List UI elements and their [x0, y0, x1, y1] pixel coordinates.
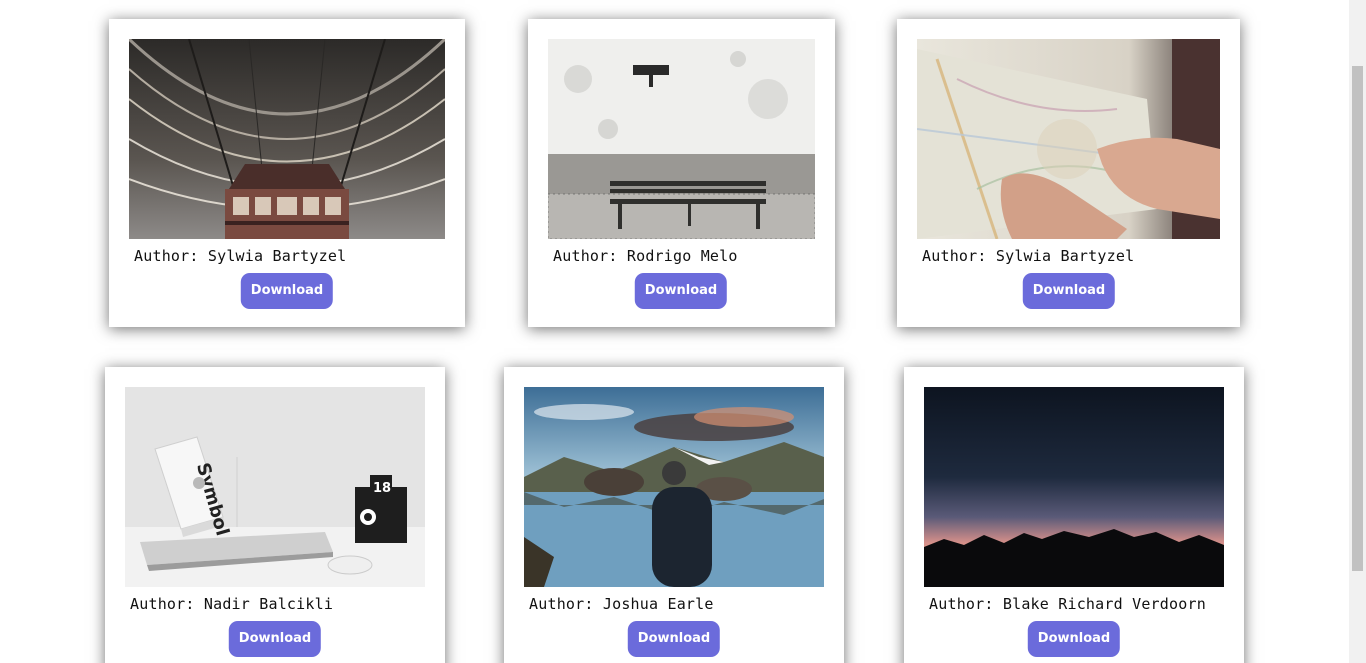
- download-button[interactable]: Download: [634, 273, 728, 309]
- author-name: Nadir Balcikli: [203, 595, 334, 613]
- author-name: Blake Richard Verdoorn: [1002, 595, 1206, 613]
- photo-card: Author: Sylwia Bartyzel Download: [897, 19, 1240, 327]
- author-name: Joshua Earle: [602, 595, 714, 613]
- train-station-roof-photo: [129, 39, 445, 239]
- download-button[interactable]: Download: [240, 273, 334, 309]
- scrollbar-thumb[interactable]: [1352, 66, 1363, 571]
- hand-map-photo: [917, 39, 1220, 239]
- desk-laptop-photo: Symbol 18: [125, 387, 425, 587]
- author-label: Author: Blake Richard Verdoorn: [929, 595, 1206, 613]
- gallery-page: Author: Sylwia Bartyzel Download Author:…: [0, 0, 1349, 663]
- download-button[interactable]: Download: [627, 621, 721, 657]
- photo-card: Author: Rodrigo Melo Download: [528, 19, 835, 327]
- bench-wall-photo: [548, 39, 815, 239]
- calendar-day: 18: [373, 481, 391, 496]
- author-name: Sylwia Bartyzel: [207, 247, 347, 265]
- author-label: Author: Rodrigo Melo: [553, 247, 738, 265]
- author-label: Author: Joshua Earle: [529, 595, 714, 613]
- sunset-mountains-photo: [924, 387, 1224, 587]
- author-label: Author: Sylwia Bartyzel: [134, 247, 347, 265]
- author-name: Rodrigo Melo: [626, 247, 738, 265]
- photo-card: Author: Sylwia Bartyzel Download: [109, 19, 465, 327]
- author-name: Sylwia Bartyzel: [995, 247, 1135, 265]
- download-button[interactable]: Download: [228, 621, 322, 657]
- author-label: Author: Nadir Balcikli: [130, 595, 334, 613]
- download-button[interactable]: Download: [1027, 621, 1121, 657]
- download-button[interactable]: Download: [1022, 273, 1116, 309]
- lake-mountains-man-photo: [524, 387, 824, 587]
- author-label: Author: Sylwia Bartyzel: [922, 247, 1135, 265]
- photo-card: Author: Joshua Earle Download: [504, 367, 844, 663]
- vertical-scrollbar[interactable]: [1349, 0, 1366, 663]
- photo-card: Symbol 18 Author: Nadir Balcikli Downloa…: [105, 367, 445, 663]
- photo-card: Author: Blake Richard Verdoorn Download: [904, 367, 1244, 663]
